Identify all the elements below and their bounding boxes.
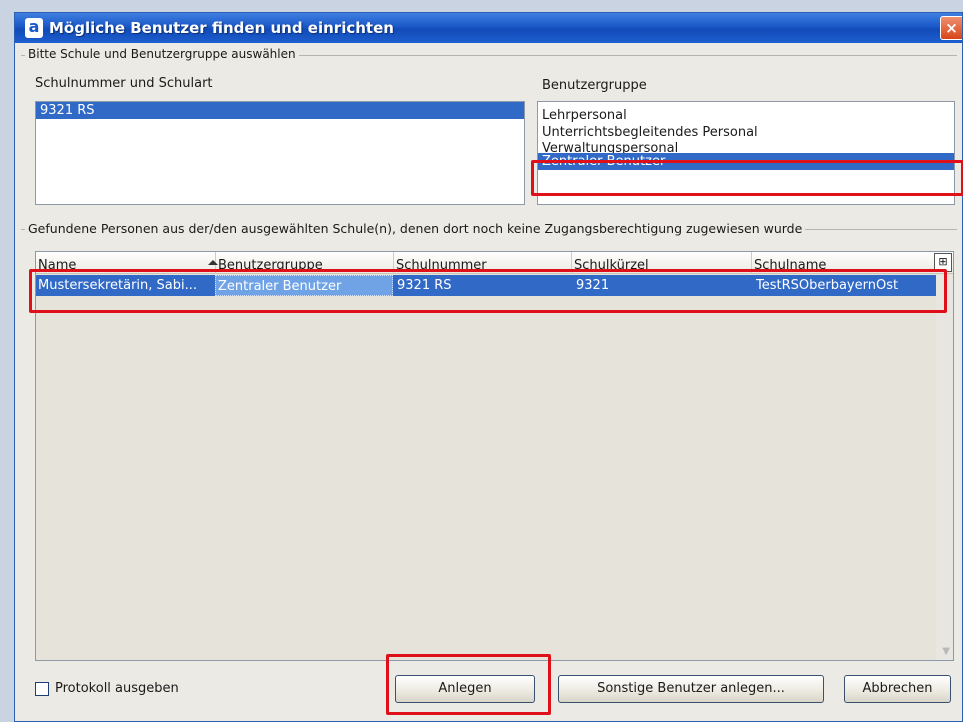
scroll-down-icon[interactable]: ▼ [942,646,950,657]
highlight-usergroup-box [531,160,963,196]
sonstige-benutzer-button[interactable]: Sonstige Benutzer anlegen... [558,675,824,703]
protokoll-checkbox[interactable] [35,682,49,696]
usergroup-item-lehrpersonal[interactable]: Lehrpersonal [538,107,954,124]
grid-vertical-scrollbar[interactable]: ▼ [936,275,953,660]
school-list-item[interactable]: 9321 RS [36,102,524,119]
app-logo-icon: a [25,18,43,38]
dialog-window: a Mögliche Benutzer finden und einrichte… [14,12,963,722]
usergroup-item-unterrichtsbegleitend[interactable]: Unterrichtsbegleitendes Personal [538,124,954,141]
highlight-row-box [29,269,947,313]
usergroup-list-label: Benutzergruppe [542,78,647,93]
title-bar[interactable]: a Mögliche Benutzer finden und einrichte… [15,13,962,43]
school-list-label: Schulnummer und Schulart [35,76,213,91]
protokoll-label: Protokoll ausgeben [55,681,179,696]
usergroup-item-verwaltung[interactable]: Verwaltungspersonal [538,141,954,153]
close-button[interactable]: × [940,16,962,40]
school-listbox[interactable]: 9321 RS [35,101,525,205]
abbrechen-button[interactable]: Abbrechen [844,675,951,703]
window-title: Mögliche Benutzer finden und einrichten [49,19,394,37]
group1-legend: Bitte Schule und Benutzergruppe auswähle… [25,47,299,61]
group2-legend: Gefundene Personen aus der/den ausgewähl… [25,221,806,236]
highlight-anlegen-box [386,654,551,715]
